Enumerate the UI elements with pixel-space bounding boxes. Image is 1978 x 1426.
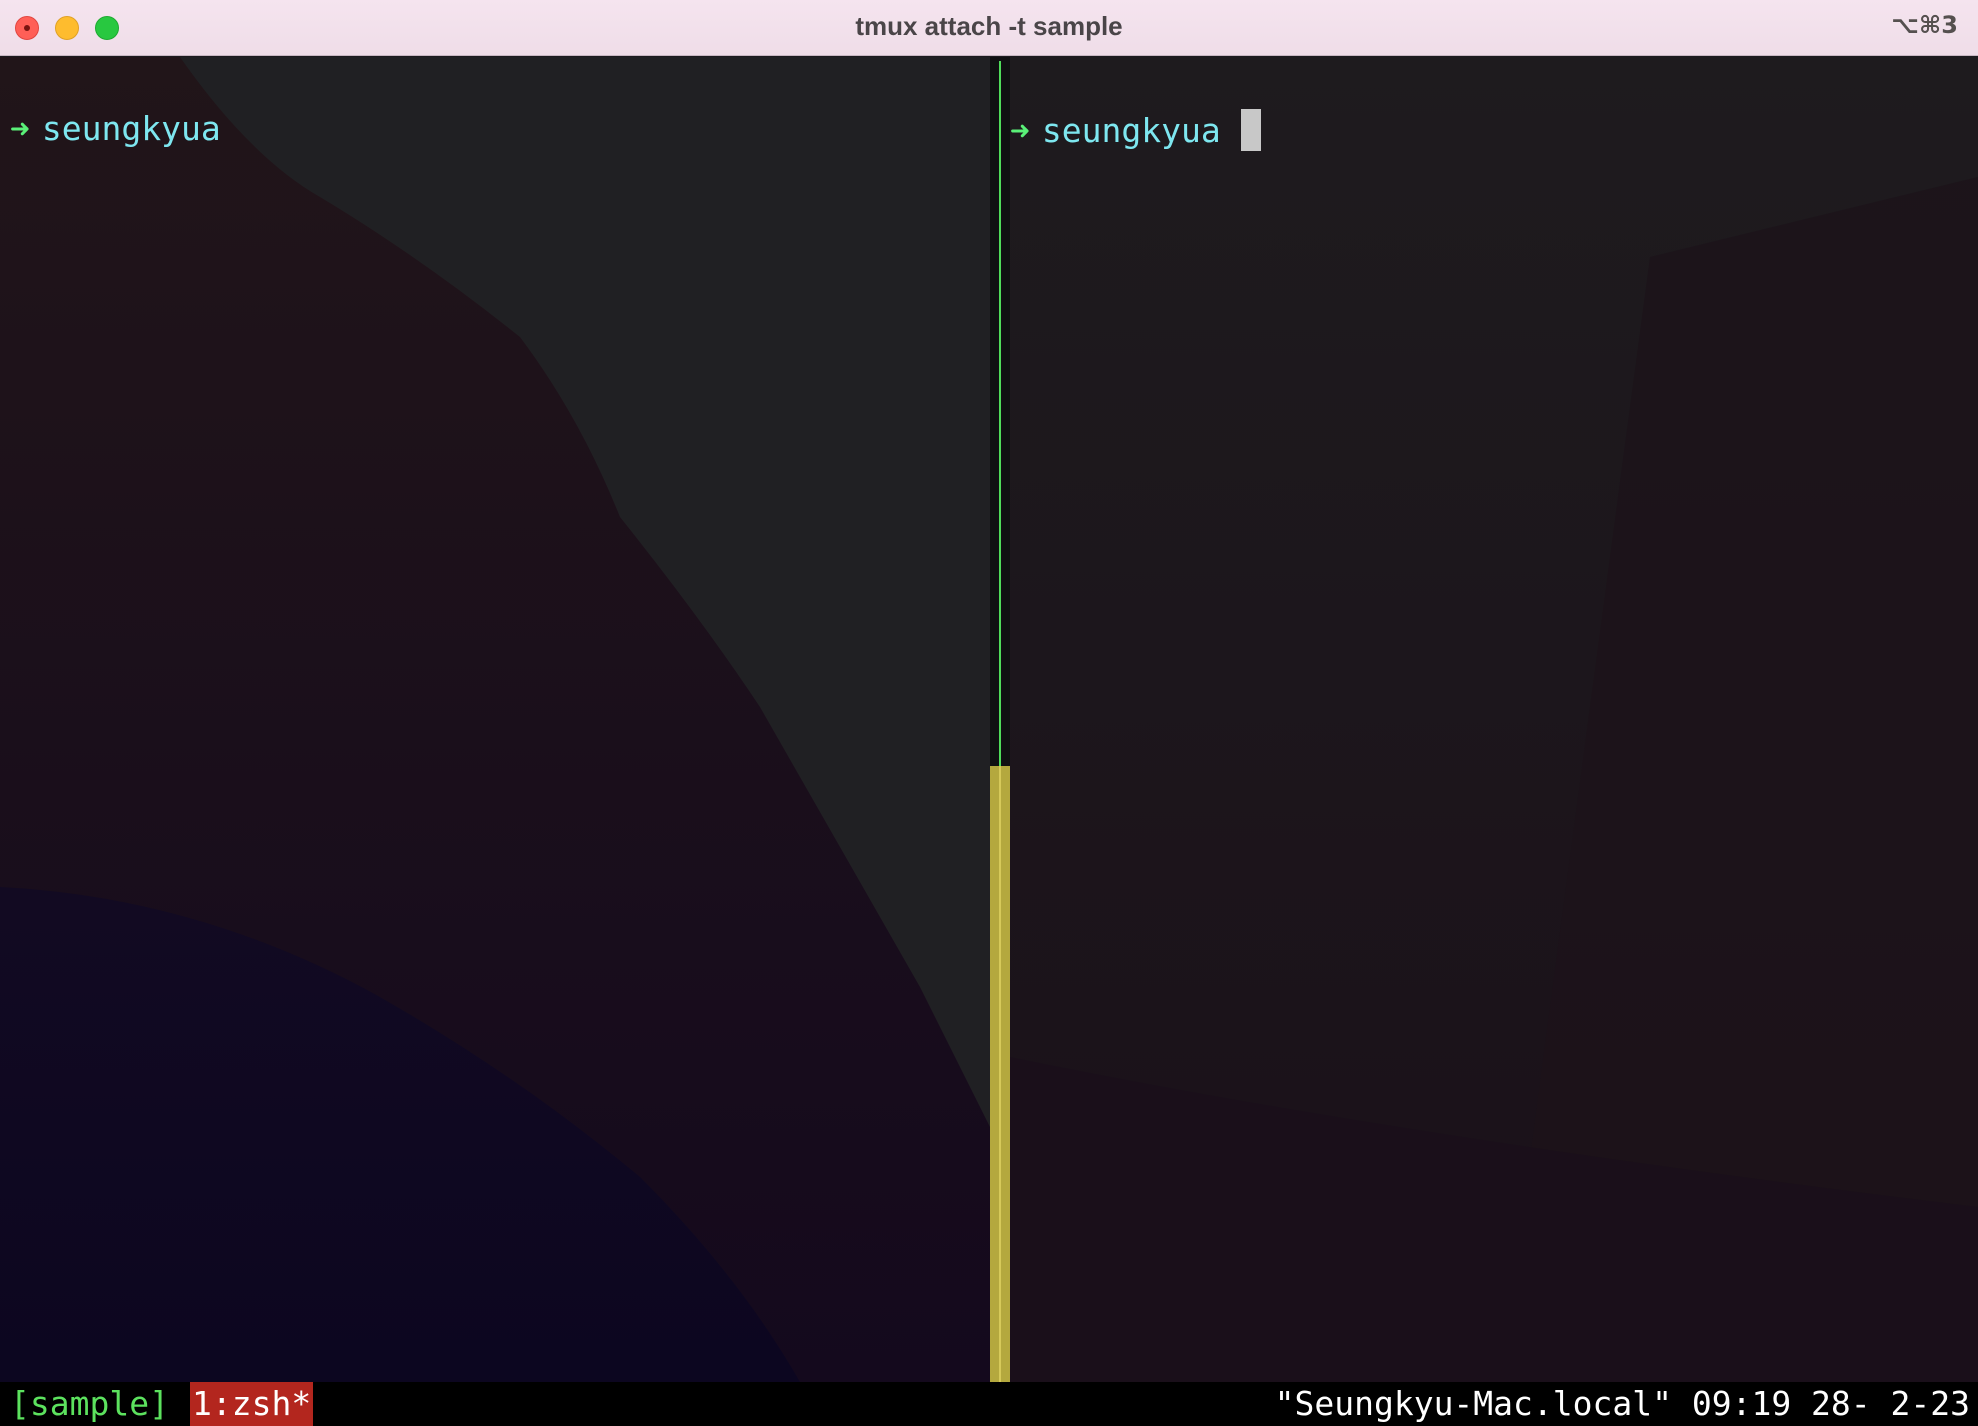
tmux-status-bar: [sample] 1:zsh* "Seungkyu-Mac.local" 09:… xyxy=(0,1382,1978,1426)
prompt-arrow-icon: ➜ xyxy=(10,109,30,148)
pane-divider[interactable] xyxy=(990,57,1010,1382)
status-right-info: "Seungkyu-Mac.local" 09:19 28- 2-23 xyxy=(1274,1384,1970,1423)
title-bar[interactable]: tmux attach -t sample ⌥⌘3 xyxy=(0,0,1978,56)
left-pane[interactable]: ➜ seungkyua xyxy=(0,57,990,1382)
shell-prompt: ➜ seungkyua xyxy=(1010,109,1261,151)
prompt-arrow-icon: ➜ xyxy=(1010,111,1030,150)
terminal-window: tmux attach -t sample ⌥⌘3 ➜ seungkyua ➜ … xyxy=(0,0,1978,1426)
prompt-user: seungkyua xyxy=(1041,111,1221,150)
active-pane-border xyxy=(999,61,1001,769)
window-title: tmux attach -t sample xyxy=(855,11,1123,41)
scrollbar-thumb[interactable] xyxy=(990,766,1010,1382)
session-name: [sample] xyxy=(10,1384,169,1423)
terminal-area[interactable]: ➜ seungkyua ➜ seungkyua xyxy=(0,57,1978,1382)
right-pane[interactable]: ➜ seungkyua xyxy=(1010,57,1978,1382)
prompt-user: seungkyua xyxy=(41,109,221,148)
text-cursor xyxy=(1240,109,1261,151)
tmux-window-tab[interactable]: 1:zsh* xyxy=(190,1382,314,1426)
window-shortcut: ⌥⌘3 xyxy=(1891,11,1958,39)
shell-prompt: ➜ seungkyua xyxy=(10,109,221,148)
